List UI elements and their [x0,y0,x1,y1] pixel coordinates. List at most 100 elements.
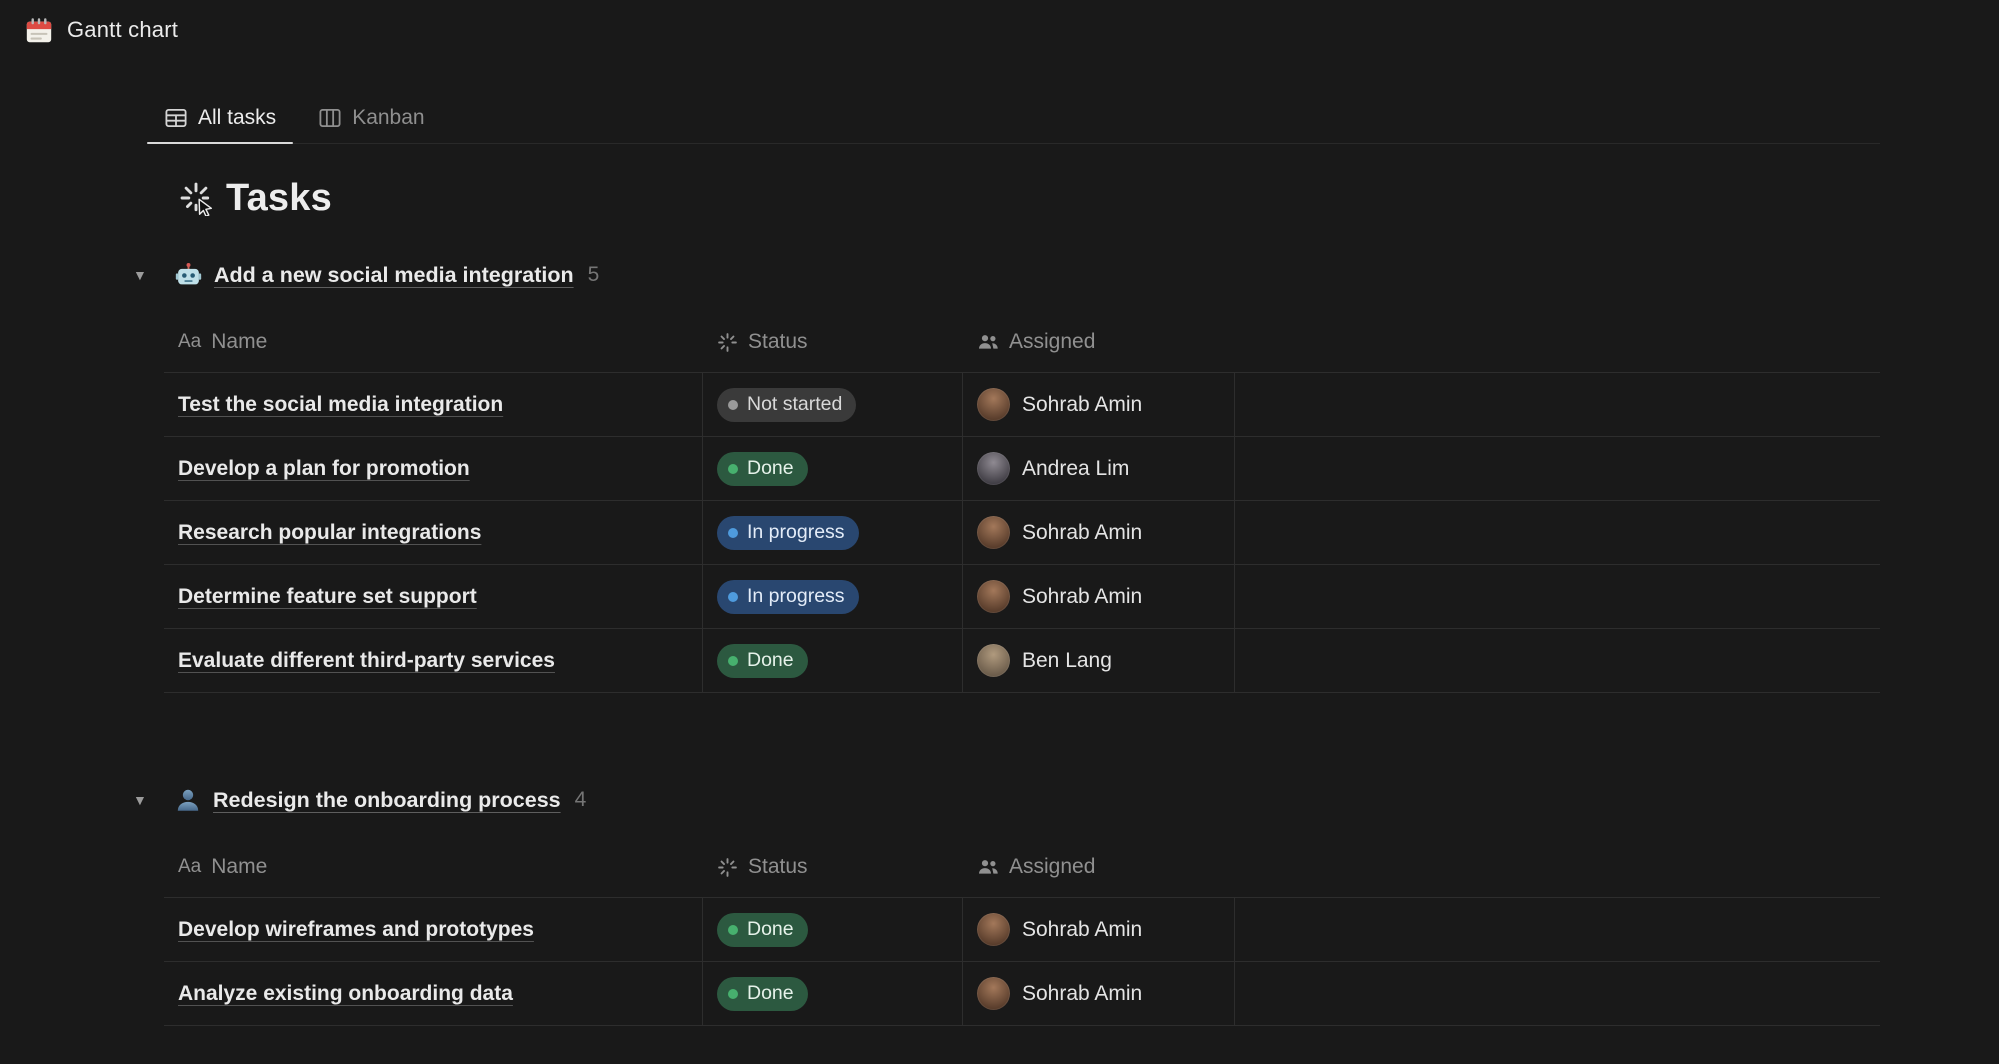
breadcrumb: Gantt chart [0,0,1999,48]
assigned-cell[interactable]: Sohrab Amin [963,501,1235,564]
status-cell[interactable]: Not started [703,373,963,436]
status-dot-icon [728,400,738,410]
status-cell[interactable]: Done [703,962,963,1025]
status-cell[interactable]: In progress [703,565,963,628]
assignee-avatar [977,580,1010,613]
database-title-row: Tasks [164,176,1880,220]
assignee-avatar [977,913,1010,946]
collapse-triangle-icon[interactable]: ▼ [133,267,153,283]
page-title[interactable]: Gantt chart [67,17,178,43]
status-pill[interactable]: Done [717,977,808,1011]
task-name-cell[interactable]: Evaluate different third-party services [164,629,703,692]
group-count: 4 [575,788,587,812]
robot-icon [175,262,202,289]
collapse-triangle-icon[interactable]: ▼ [133,792,153,808]
status-property-icon [717,857,738,878]
group-header: ▼ Add a new social media integration 5 [133,260,1880,290]
task-group: ▼ Redesign the onboarding process 4 Aa [164,785,1880,1026]
task-name-cell[interactable]: Analyze existing onboarding data [164,962,703,1025]
people-property-icon [977,333,999,351]
assigned-cell[interactable]: Sohrab Amin [963,898,1235,961]
status-pill[interactable]: Done [717,644,808,678]
assignee-name: Sohrab Amin [1022,982,1142,1006]
column-label: Assigned [1009,855,1095,879]
table-body: Develop wireframes and prototypes Done S… [164,898,1880,1026]
table-body: Test the social media integration Not st… [164,373,1880,693]
empty-cell [1235,437,1880,500]
assigned-cell[interactable]: Sohrab Amin [963,962,1235,1025]
table-row: Analyze existing onboarding data Done So… [164,962,1880,1026]
assignee-name: Andrea Lim [1022,457,1129,481]
database-title[interactable]: Tasks [226,177,332,220]
task-name[interactable]: Evaluate different third-party services [178,649,555,673]
empty-cell [1235,501,1880,564]
tab-label: Kanban [352,106,424,130]
status-pill[interactable]: In progress [717,516,859,550]
status-cell[interactable]: Done [703,898,963,961]
empty-cell [1235,898,1880,961]
tab-all-tasks[interactable]: All tasks [147,94,293,143]
status-dot-icon [728,592,738,602]
task-name[interactable]: Test the social media integration [178,393,503,417]
tab-kanban[interactable]: Kanban [301,94,441,143]
status-label: In progress [747,521,845,544]
status-dot-icon [728,925,738,935]
status-pill[interactable]: In progress [717,580,859,614]
assigned-cell[interactable]: Ben Lang [963,629,1235,692]
calendar-icon [24,15,54,45]
status-label: Not started [747,393,842,416]
column-header-assigned[interactable]: Assigned [963,837,1235,897]
column-label: Status [748,855,808,879]
assigned-cell[interactable]: Sohrab Amin [963,373,1235,436]
group-count: 5 [588,263,600,287]
column-header-empty [1235,312,1880,372]
group-title[interactable]: Add a new social media integration [214,263,574,288]
status-pill[interactable]: Not started [717,388,856,422]
task-group: ▼ Add a new social media integration 5 [164,260,1880,693]
person-icon [175,787,201,813]
assignee-name: Ben Lang [1022,649,1112,673]
task-name-cell[interactable]: Develop a plan for promotion [164,437,703,500]
status-cell[interactable]: In progress [703,501,963,564]
board-view-icon [318,106,342,130]
status-label: In progress [747,585,845,608]
column-header-name[interactable]: Aa Name [164,837,703,897]
table-header: Aa Name [164,837,1880,898]
table-row: Test the social media integration Not st… [164,373,1880,437]
status-pill[interactable]: Done [717,913,808,947]
assignee-avatar [977,388,1010,421]
task-name-cell[interactable]: Determine feature set support [164,565,703,628]
status-cell[interactable]: Done [703,629,963,692]
task-name[interactable]: Determine feature set support [178,585,477,609]
assigned-cell[interactable]: Sohrab Amin [963,565,1235,628]
status-pill[interactable]: Done [717,452,808,486]
column-header-assigned[interactable]: Assigned [963,312,1235,372]
assignee-name: Sohrab Amin [1022,918,1142,942]
task-name[interactable]: Develop a plan for promotion [178,457,470,481]
empty-cell [1235,629,1880,692]
task-name-cell[interactable]: Research popular integrations [164,501,703,564]
table-row: Determine feature set support In progres… [164,565,1880,629]
group-header: ▼ Redesign the onboarding process 4 [133,785,1880,815]
task-name[interactable]: Research popular integrations [178,521,481,545]
status-label: Done [747,918,794,941]
table-view-icon [164,106,188,130]
table-row: Develop wireframes and prototypes Done S… [164,898,1880,962]
status-dot-icon [728,989,738,999]
task-name-cell[interactable]: Test the social media integration [164,373,703,436]
table-row: Evaluate different third-party services … [164,629,1880,693]
task-name-cell[interactable]: Develop wireframes and prototypes [164,898,703,961]
status-dot-icon [728,656,738,666]
column-header-status[interactable]: Status [703,312,963,372]
assignee-avatar [977,452,1010,485]
status-dot-icon [728,528,738,538]
sparkle-cursor-icon [178,180,214,216]
assigned-cell[interactable]: Andrea Lim [963,437,1235,500]
status-cell[interactable]: Done [703,437,963,500]
column-header-name[interactable]: Aa Name [164,312,703,372]
group-title[interactable]: Redesign the onboarding process [213,788,561,813]
task-name[interactable]: Analyze existing onboarding data [178,982,513,1006]
column-header-status[interactable]: Status [703,837,963,897]
status-property-icon [717,332,738,353]
task-name[interactable]: Develop wireframes and prototypes [178,918,534,942]
